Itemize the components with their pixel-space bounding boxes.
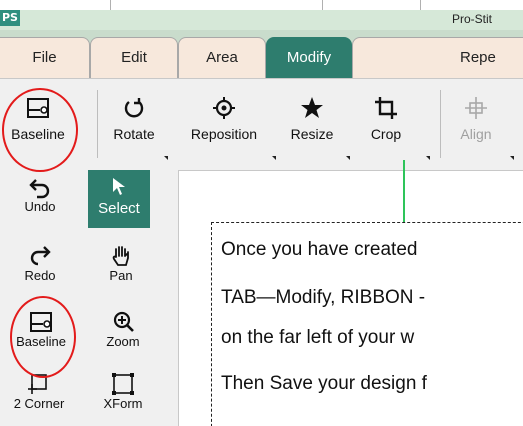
pan-tool[interactable]: Pan [96, 244, 146, 283]
dropdown-caret-icon[interactable] [346, 156, 350, 160]
zoom-tool[interactable]: Zoom [96, 310, 150, 349]
xform-icon [112, 373, 134, 395]
top-strip [0, 0, 523, 10]
tab-repeat[interactable]: Repe [352, 37, 523, 78]
pan-hand-icon [112, 246, 129, 266]
tab-label: Edit [121, 49, 147, 66]
undo-tool[interactable]: Undo [10, 175, 70, 214]
divider [110, 0, 111, 10]
annotation-circle [2, 88, 78, 172]
align-icon [465, 97, 487, 119]
ribbon-reposition-button[interactable]: Reposition [176, 96, 272, 142]
tool-label: XForm [103, 396, 143, 411]
divider [322, 0, 323, 10]
callout-line: on the far left of your w [221, 327, 415, 348]
tab-edit[interactable]: Edit [90, 37, 178, 78]
zoom-icon [113, 311, 134, 332]
redo-icon [30, 246, 51, 266]
select-tool[interactable]: Select [88, 170, 150, 228]
tool-label: Zoom [106, 334, 140, 349]
tool-label: 2 Corner [13, 396, 65, 411]
guide-line [403, 160, 405, 222]
ribbon-button-label: Crop [370, 126, 402, 142]
select-arrow-icon [113, 178, 125, 195]
resize-star-icon [301, 97, 323, 118]
callout-line: Then Save your design f [221, 373, 427, 394]
ribbon-button-label: Reposition [190, 126, 258, 142]
rotate-icon [124, 98, 144, 118]
title-bar [0, 10, 523, 30]
crop-icon [375, 97, 397, 119]
window-title: Pro-Stit [452, 12, 493, 26]
tool-label: Undo [24, 199, 56, 214]
ribbon-rotate-button[interactable]: Rotate [104, 96, 164, 142]
divider [420, 0, 421, 10]
dropdown-caret-icon[interactable] [272, 156, 276, 160]
xform-tool[interactable]: XForm [90, 372, 156, 411]
tool-label: Select [98, 200, 140, 217]
tool-label: Redo [24, 268, 56, 283]
tool-label: Pan [109, 268, 133, 283]
ribbon-separator [440, 90, 441, 158]
dropdown-caret-icon[interactable] [510, 156, 514, 160]
tab-label: File [32, 49, 57, 66]
tab-label: Modify [286, 49, 332, 66]
app-icon[interactable]: PS [0, 10, 20, 26]
undo-icon [29, 179, 50, 199]
redo-tool[interactable]: Redo [10, 244, 70, 283]
tab-label: Area [206, 49, 238, 66]
ribbon-resize-button[interactable]: Resize [282, 96, 342, 142]
annotation-circle [10, 296, 76, 378]
callout-line: Once you have created [221, 239, 418, 260]
tab-file[interactable]: File [0, 37, 90, 78]
ribbon-separator [97, 90, 98, 158]
ribbon-button-label: Align [460, 126, 492, 142]
callout-line: TAB—Modify, RIBBON - [221, 287, 426, 308]
dropdown-caret-icon[interactable] [426, 156, 430, 160]
two-corner-tool[interactable]: 2 Corner [4, 372, 74, 411]
tab-modify[interactable]: Modify [266, 37, 352, 78]
ribbon-crop-button[interactable]: Crop [362, 96, 410, 142]
ribbon-button-label: Resize [290, 126, 334, 142]
ribbon-button-label: Rotate [113, 126, 155, 142]
tab-label: Repe [460, 49, 496, 66]
instruction-callout: Once you have created TAB—Modify, RIBBON… [211, 222, 523, 426]
dropdown-caret-icon[interactable] [164, 156, 168, 160]
ribbon-align-button[interactable]: Align [452, 96, 500, 142]
reposition-icon [213, 97, 235, 119]
tab-area[interactable]: Area [178, 37, 266, 78]
